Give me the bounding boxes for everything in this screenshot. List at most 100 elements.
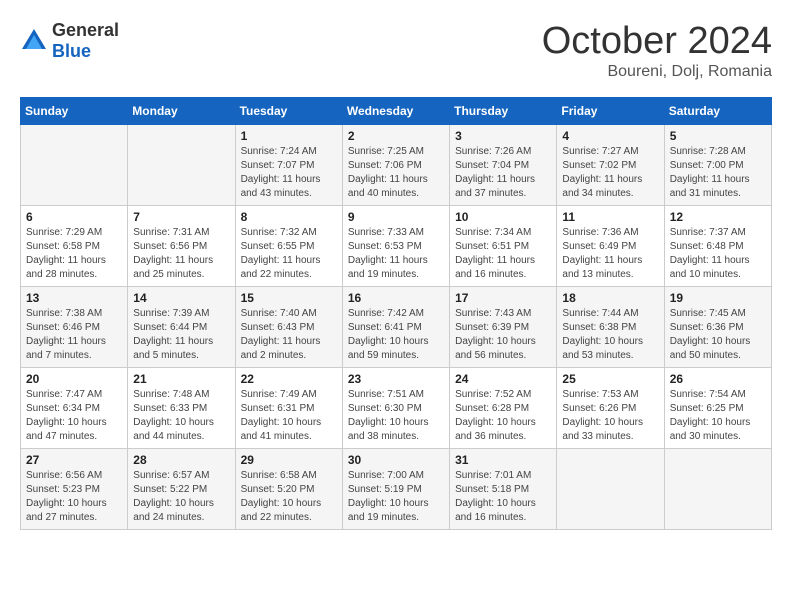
day-number: 10	[455, 210, 551, 224]
column-header-friday: Friday	[557, 98, 664, 125]
column-header-thursday: Thursday	[450, 98, 557, 125]
location: Boureni, Dolj, Romania	[542, 63, 772, 81]
calendar-cell: 8Sunrise: 7:32 AMSunset: 6:55 PMDaylight…	[235, 206, 342, 287]
cell-content: Sunrise: 6:58 AMSunset: 5:20 PMDaylight:…	[241, 469, 337, 525]
cell-content: Sunrise: 7:44 AMSunset: 6:38 PMDaylight:…	[562, 307, 658, 363]
cell-content: Sunrise: 7:01 AMSunset: 5:18 PMDaylight:…	[455, 469, 551, 525]
day-number: 6	[26, 210, 122, 224]
month-title: October 2024	[542, 20, 772, 63]
cell-content: Sunrise: 7:31 AMSunset: 6:56 PMDaylight:…	[133, 226, 229, 282]
calendar-cell: 4 Sunrise: 7:27 AMSunset: 7:02 PMDaylight…	[557, 125, 664, 206]
logo-blue: Blue	[52, 41, 91, 61]
cell-content: Sunrise: 7:39 AMSunset: 6:44 PMDaylight:…	[133, 307, 229, 363]
calendar-cell: 14 Sunrise: 7:39 AMSunset: 6:44 PMDayligh…	[128, 287, 235, 368]
cell-content: Sunrise: 7:48 AMSunset: 6:33 PMDaylight:…	[133, 388, 229, 444]
calendar-cell: 28 Sunrise: 6:57 AMSunset: 5:22 PMDayligh…	[128, 449, 235, 530]
cell-content: Sunrise: 7:28 AMSunset: 7:00 PMDaylight:…	[670, 145, 766, 201]
day-number: 30	[348, 453, 444, 467]
calendar-cell: 6 Sunrise: 7:29 AMSunset: 6:58 PMDaylight…	[21, 206, 128, 287]
calendar-cell: 26 Sunrise: 7:54 AMSunset: 6:25 PMDayligh…	[664, 368, 771, 449]
cell-content: Sunrise: 7:32 AMSunset: 6:55 PMDaylight:…	[241, 226, 337, 282]
day-number: 25	[562, 372, 658, 386]
cell-content: Sunrise: 7:00 AMSunset: 5:19 PMDaylight:…	[348, 469, 444, 525]
calendar-cell: 17Sunrise: 7:43 AMSunset: 6:39 PMDayligh…	[450, 287, 557, 368]
day-number: 14	[133, 291, 229, 305]
calendar-cell: 10 Sunrise: 7:34 AMSunset: 6:51 PMDayligh…	[450, 206, 557, 287]
title-block: October 2024 Boureni, Dolj, Romania	[542, 20, 772, 81]
day-number: 17	[455, 291, 551, 305]
column-header-monday: Monday	[128, 98, 235, 125]
calendar-cell: 27Sunrise: 6:56 AMSunset: 5:23 PMDayligh…	[21, 449, 128, 530]
calendar-cell: 5Sunrise: 7:28 AMSunset: 7:00 PMDaylight…	[664, 125, 771, 206]
cell-content: Sunrise: 7:29 AMSunset: 6:58 PMDaylight:…	[26, 226, 122, 282]
cell-content: Sunrise: 7:53 AMSunset: 6:26 PMDaylight:…	[562, 388, 658, 444]
day-number: 26	[670, 372, 766, 386]
cell-content: Sunrise: 7:54 AMSunset: 6:25 PMDaylight:…	[670, 388, 766, 444]
calendar-cell: 18 Sunrise: 7:44 AMSunset: 6:38 PMDayligh…	[557, 287, 664, 368]
day-number: 19	[670, 291, 766, 305]
day-number: 22	[241, 372, 337, 386]
cell-content: Sunrise: 7:34 AMSunset: 6:51 PMDaylight:…	[455, 226, 551, 282]
calendar-cell: 3Sunrise: 7:26 AMSunset: 7:04 PMDaylight…	[450, 125, 557, 206]
column-header-sunday: Sunday	[21, 98, 128, 125]
calendar-cell: 16Sunrise: 7:42 AMSunset: 6:41 PMDayligh…	[342, 287, 449, 368]
logo: General Blue	[20, 20, 119, 62]
logo-icon	[20, 27, 48, 55]
column-header-tuesday: Tuesday	[235, 98, 342, 125]
cell-content: Sunrise: 7:51 AMSunset: 6:30 PMDaylight:…	[348, 388, 444, 444]
calendar-cell: 15Sunrise: 7:40 AMSunset: 6:43 PMDayligh…	[235, 287, 342, 368]
day-number: 16	[348, 291, 444, 305]
calendar-cell: 30 Sunrise: 7:00 AMSunset: 5:19 PMDayligh…	[342, 449, 449, 530]
calendar-cell: 9Sunrise: 7:33 AMSunset: 6:53 PMDaylight…	[342, 206, 449, 287]
column-header-wednesday: Wednesday	[342, 98, 449, 125]
calendar-cell: 19 Sunrise: 7:45 AMSunset: 6:36 PMDayligh…	[664, 287, 771, 368]
day-number: 21	[133, 372, 229, 386]
calendar-week-row: 13 Sunrise: 7:38 AMSunset: 6:46 PMDayligh…	[21, 287, 772, 368]
calendar-cell: 2Sunrise: 7:25 AMSunset: 7:06 PMDaylight…	[342, 125, 449, 206]
day-number: 4	[562, 129, 658, 143]
cell-content: Sunrise: 7:49 AMSunset: 6:31 PMDaylight:…	[241, 388, 337, 444]
day-number: 23	[348, 372, 444, 386]
day-number: 9	[348, 210, 444, 224]
day-number: 15	[241, 291, 337, 305]
day-number: 11	[562, 210, 658, 224]
day-number: 29	[241, 453, 337, 467]
calendar-cell: 20Sunrise: 7:47 AMSunset: 6:34 PMDayligh…	[21, 368, 128, 449]
cell-content: Sunrise: 7:38 AMSunset: 6:46 PMDaylight:…	[26, 307, 122, 363]
day-number: 13	[26, 291, 122, 305]
logo-text: General Blue	[52, 20, 119, 62]
calendar-cell: 7 Sunrise: 7:31 AMSunset: 6:56 PMDaylight…	[128, 206, 235, 287]
day-number: 31	[455, 453, 551, 467]
cell-content: Sunrise: 7:25 AMSunset: 7:06 PMDaylight:…	[348, 145, 444, 201]
cell-content: Sunrise: 7:36 AMSunset: 6:49 PMDaylight:…	[562, 226, 658, 282]
cell-content: Sunrise: 7:24 AMSunset: 7:07 PMDaylight:…	[241, 145, 337, 201]
calendar-cell: 25 Sunrise: 7:53 AMSunset: 6:26 PMDayligh…	[557, 368, 664, 449]
calendar-cell: 11 Sunrise: 7:36 AMSunset: 6:49 PMDayligh…	[557, 206, 664, 287]
cell-content: Sunrise: 6:57 AMSunset: 5:22 PMDaylight:…	[133, 469, 229, 525]
calendar-cell	[128, 125, 235, 206]
day-number: 1	[241, 129, 337, 143]
calendar-cell	[664, 449, 771, 530]
calendar-header-row: SundayMondayTuesdayWednesdayThursdayFrid…	[21, 98, 772, 125]
day-number: 28	[133, 453, 229, 467]
day-number: 18	[562, 291, 658, 305]
calendar-week-row: 27Sunrise: 6:56 AMSunset: 5:23 PMDayligh…	[21, 449, 772, 530]
calendar-cell	[557, 449, 664, 530]
logo-general: General	[52, 20, 119, 40]
calendar-cell: 23 Sunrise: 7:51 AMSunset: 6:30 PMDayligh…	[342, 368, 449, 449]
calendar-cell: 22 Sunrise: 7:49 AMSunset: 6:31 PMDayligh…	[235, 368, 342, 449]
day-number: 7	[133, 210, 229, 224]
calendar-cell: 13 Sunrise: 7:38 AMSunset: 6:46 PMDayligh…	[21, 287, 128, 368]
cell-content: Sunrise: 6:56 AMSunset: 5:23 PMDaylight:…	[26, 469, 122, 525]
page-header: General Blue October 2024 Boureni, Dolj,…	[20, 20, 772, 81]
cell-content: Sunrise: 7:27 AMSunset: 7:02 PMDaylight:…	[562, 145, 658, 201]
calendar-table: SundayMondayTuesdayWednesdayThursdayFrid…	[20, 97, 772, 530]
calendar-cell	[21, 125, 128, 206]
calendar-week-row: 1 Sunrise: 7:24 AMSunset: 7:07 PMDaylight…	[21, 125, 772, 206]
calendar-cell: 29 Sunrise: 6:58 AMSunset: 5:20 PMDayligh…	[235, 449, 342, 530]
cell-content: Sunrise: 7:26 AMSunset: 7:04 PMDaylight:…	[455, 145, 551, 201]
cell-content: Sunrise: 7:45 AMSunset: 6:36 PMDaylight:…	[670, 307, 766, 363]
calendar-cell: 24Sunrise: 7:52 AMSunset: 6:28 PMDayligh…	[450, 368, 557, 449]
calendar-week-row: 20Sunrise: 7:47 AMSunset: 6:34 PMDayligh…	[21, 368, 772, 449]
day-number: 24	[455, 372, 551, 386]
